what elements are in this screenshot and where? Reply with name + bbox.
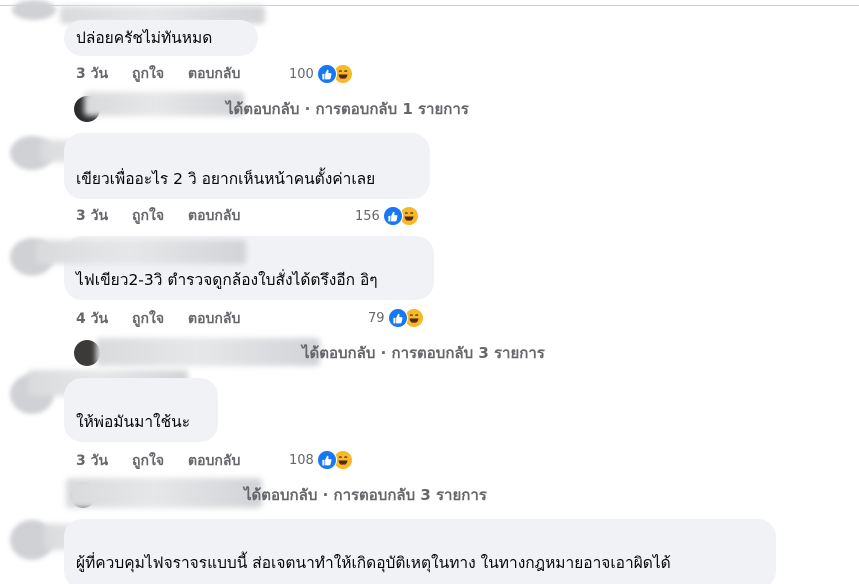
comment-bubble: ให้พ่อมันมาใช้นะ: [64, 378, 218, 442]
reaction-count: 100: [289, 66, 314, 82]
replier-name-blurred[interactable]: [96, 338, 320, 366]
reply-button[interactable]: ตอบกลับ: [188, 450, 240, 472]
replies-text: ได้ตอบกลับ · การตอบกลับ 1 รายการ: [226, 100, 469, 118]
comment-actions: 3 วัน ถูกใจ ตอบกลับ: [76, 206, 264, 226]
comment-text: ผู้ที่ควบคุมไฟจราจรแบบนี้ ส่อเจตนาทำให้เ…: [76, 554, 671, 572]
comment-bubble: ปล่อยครัชไม่ทันหมด: [64, 20, 258, 56]
like-icon: [387, 308, 408, 328]
replier-name-blurred[interactable]: [66, 478, 262, 508]
reaction-count: 108: [289, 452, 314, 468]
reply-button[interactable]: ตอบกลับ: [188, 63, 240, 85]
comment-bubble: เขียวเพื่ออะไร 2 วิ อยากเห็นหน้าคนตั้งค่…: [64, 133, 430, 199]
like-button[interactable]: ถูกใจ: [132, 63, 164, 85]
reaction-count: 156: [355, 208, 380, 224]
reaction-summary[interactable]: 100: [289, 63, 353, 85]
comment-bubble: ผู้ที่ควบคุมไฟจราจรแบบนี้ ส่อเจตนาทำให้เ…: [64, 519, 776, 584]
reaction-count: 79: [368, 310, 385, 326]
view-replies-link[interactable]: ได้ตอบกลับ · การตอบกลับ 3 รายการ: [244, 485, 487, 505]
replier-name-blurred[interactable]: [84, 92, 244, 116]
reaction-summary[interactable]: 108: [289, 449, 353, 471]
comment-actions: 4 วัน ถูกใจ ตอบกลับ: [76, 309, 264, 329]
like-button[interactable]: ถูกใจ: [132, 308, 164, 330]
comment-actions: 3 วัน ถูกใจ ตอบกลับ: [76, 451, 264, 471]
view-replies-link[interactable]: ได้ตอบกลับ · การตอบกลับ 3 รายการ: [302, 343, 545, 363]
timestamp[interactable]: 3 วัน: [76, 205, 108, 227]
comment-text: ปล่อยครัชไม่ทันหมด: [76, 29, 213, 47]
like-icon: [382, 206, 403, 226]
like-icon: [316, 64, 337, 84]
avatar[interactable]: [12, 0, 56, 20]
timestamp[interactable]: 3 วัน: [76, 63, 108, 85]
comment-text: ให้พ่อมันมาใช้นะ: [76, 413, 191, 431]
reaction-summary[interactable]: 156: [355, 205, 419, 227]
like-icon: [316, 450, 337, 470]
comment-actions: 3 วัน ถูกใจ ตอบกลับ: [76, 64, 264, 84]
replies-text: ได้ตอบกลับ · การตอบกลับ 3 รายการ: [302, 344, 545, 362]
like-button[interactable]: ถูกใจ: [132, 205, 164, 227]
reply-button[interactable]: ตอบกลับ: [188, 205, 240, 227]
replies-text: ได้ตอบกลับ · การตอบกลับ 3 รายการ: [244, 486, 487, 504]
timestamp[interactable]: 4 วัน: [76, 308, 108, 330]
comment-text: ไฟเขียว2-3วิ ตำรวจดูกล้องใบสั่งได้ตรึงอี…: [76, 271, 378, 289]
timestamp[interactable]: 3 วัน: [76, 450, 108, 472]
comment-text: เขียวเพื่ออะไร 2 วิ อยากเห็นหน้าคนตั้งค่…: [76, 170, 376, 188]
commenter-name-blurred[interactable]: [36, 240, 246, 264]
view-replies-link[interactable]: ได้ตอบกลับ · การตอบกลับ 1 รายการ: [226, 99, 469, 119]
reaction-summary[interactable]: 79: [368, 307, 424, 329]
like-button[interactable]: ถูกใจ: [132, 450, 164, 472]
reply-button[interactable]: ตอบกลับ: [188, 308, 240, 330]
